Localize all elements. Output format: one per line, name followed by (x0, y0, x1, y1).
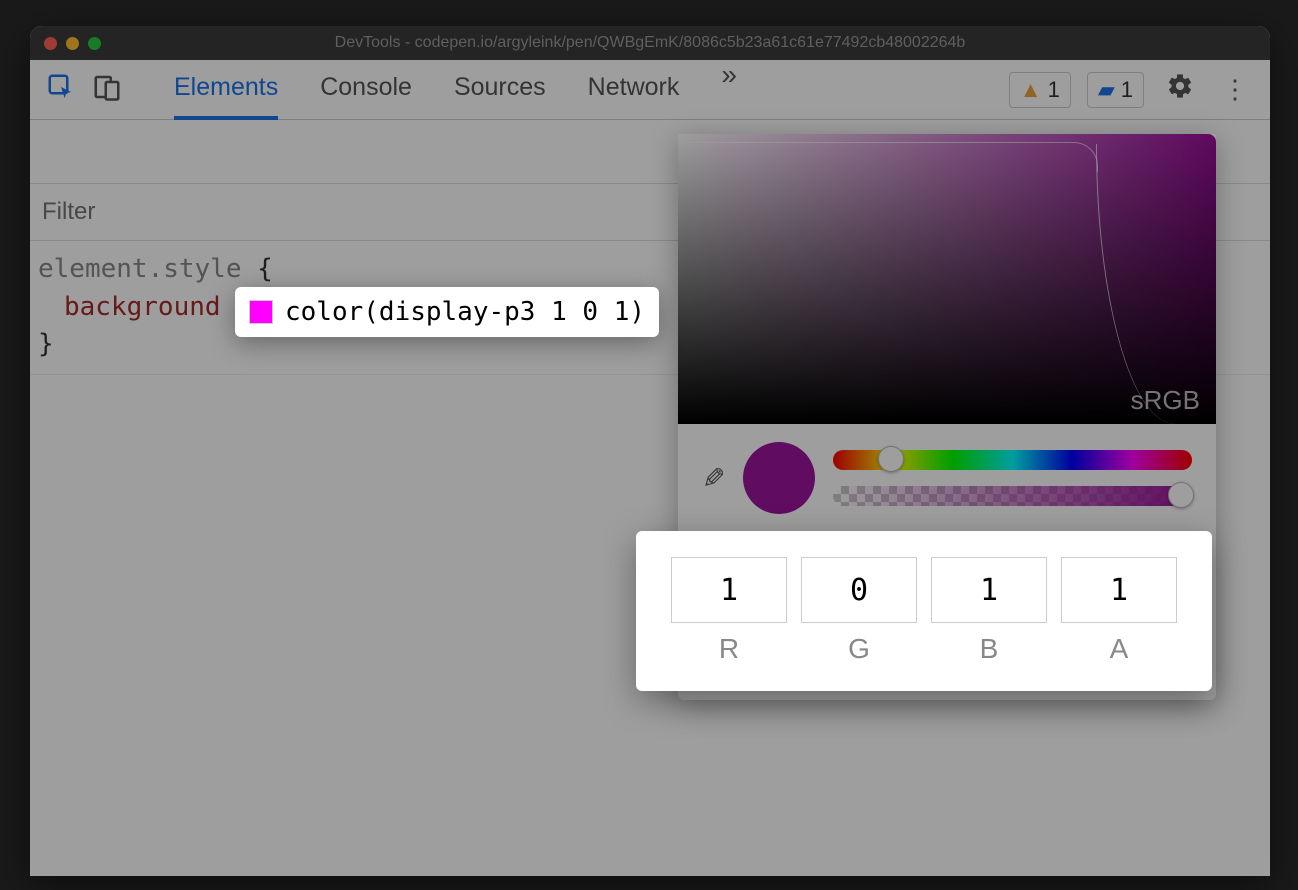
styles-pane: element.style { background } color(displ… (30, 120, 1270, 876)
warnings-badge[interactable]: ▲ 1 (1009, 72, 1071, 108)
main-area: element.style { background } color(displ… (30, 120, 1270, 876)
color-value-text[interactable]: color(display-p3 1 0 1) (285, 297, 645, 327)
channel-input-b[interactable] (931, 557, 1047, 623)
devtools-window: DevTools - codepen.io/argyleink/pen/QWBg… (30, 26, 1270, 876)
channel-label-r: R (719, 633, 739, 665)
channel-a: A (1061, 557, 1177, 665)
gamut-label: sRGB (1131, 385, 1200, 416)
css-property-name[interactable]: background (64, 292, 221, 322)
messages-count: 1 (1121, 77, 1133, 103)
settings-gear-icon[interactable] (1160, 72, 1200, 107)
device-toggle-icon[interactable] (92, 72, 122, 107)
tab-elements[interactable]: Elements (174, 59, 278, 120)
picker-controls: ✎ (678, 424, 1216, 520)
messages-badge[interactable]: ▰ 1 (1087, 72, 1144, 108)
channel-r: R (671, 557, 787, 665)
channel-b: B (931, 557, 1047, 665)
current-color-swatch (743, 442, 815, 514)
channel-input-r[interactable] (671, 557, 787, 623)
channel-input-g[interactable] (801, 557, 917, 623)
tab-sources[interactable]: Sources (454, 59, 546, 120)
css-selector: element.style (38, 254, 242, 284)
color-swatch-mini[interactable] (249, 300, 273, 324)
color-spectrum[interactable]: sRGB (678, 134, 1216, 424)
titlebar: DevTools - codepen.io/argyleink/pen/QWBg… (30, 26, 1270, 60)
warning-icon: ▲ (1020, 77, 1042, 103)
traffic-lights (44, 37, 101, 50)
devtools-toolbar: Elements Console Sources Network » ▲ 1 ▰… (30, 60, 1270, 120)
window-title: DevTools - codepen.io/argyleink/pen/QWBg… (30, 34, 1270, 52)
color-value-popup: color(display-p3 1 0 1) (235, 287, 659, 337)
messages-icon: ▰ (1098, 77, 1115, 103)
rgba-inputs-popup: RGBA (636, 531, 1212, 691)
panel-tabs: Elements Console Sources Network » (174, 59, 993, 120)
channel-input-a[interactable] (1061, 557, 1177, 623)
eyedropper-icon[interactable]: ✎ (702, 462, 725, 495)
tab-network[interactable]: Network (588, 59, 680, 120)
hue-thumb[interactable] (878, 446, 904, 472)
gamut-boundary-line (1096, 144, 1216, 424)
inspect-element-icon[interactable] (46, 72, 76, 107)
tab-console[interactable]: Console (320, 59, 412, 120)
gamut-boundary-top (678, 142, 1098, 172)
channel-label-g: G (848, 633, 870, 665)
channel-label-a: A (1110, 633, 1129, 665)
minimize-window-button[interactable] (66, 37, 79, 50)
tabs-overflow-icon[interactable]: » (721, 59, 737, 120)
alpha-slider[interactable] (833, 486, 1192, 506)
sliders (833, 450, 1192, 506)
warnings-count: 1 (1048, 77, 1060, 103)
alpha-thumb[interactable] (1168, 482, 1194, 508)
zoom-window-button[interactable] (88, 37, 101, 50)
channel-g: G (801, 557, 917, 665)
brace-close: } (38, 329, 54, 359)
brace-open: { (257, 254, 273, 284)
hue-slider[interactable] (833, 450, 1192, 470)
more-menu-icon[interactable]: ⋮ (1216, 74, 1254, 105)
close-window-button[interactable] (44, 37, 57, 50)
channel-label-b: B (980, 633, 999, 665)
